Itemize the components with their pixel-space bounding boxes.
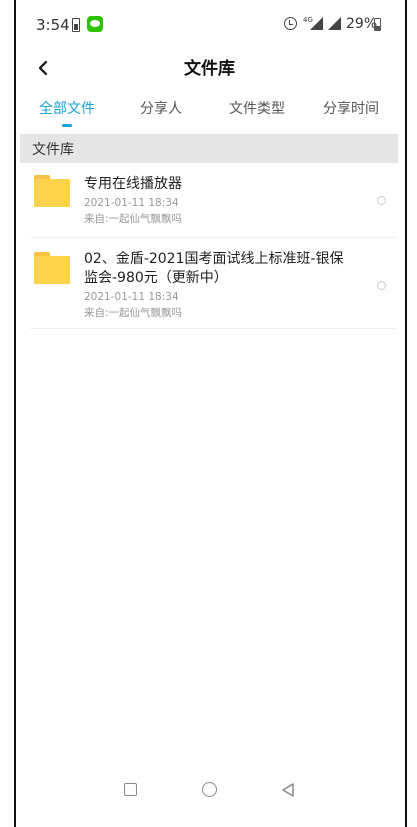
tab-indicator xyxy=(62,124,72,127)
status-time: 3:54 xyxy=(36,16,70,34)
select-radio[interactable] xyxy=(377,281,386,290)
page-title: 文件库 xyxy=(184,59,235,79)
file-list-item[interactable]: 02、金盾-2021国考面试线上标准班-银保监会-980元（更新中） 2021-… xyxy=(30,238,396,329)
section-title: 文件库 xyxy=(32,142,74,158)
tab-file-type[interactable]: 文件类型 xyxy=(212,98,302,118)
battery-saver-icon xyxy=(72,18,80,32)
folder-icon xyxy=(34,252,70,284)
file-source: 来自:一起仙气飘飘吗 xyxy=(84,307,183,319)
signal-icon xyxy=(328,17,341,30)
status-bar: 3:54 4G 29% xyxy=(18,12,401,40)
tab-bar: 全部文件 分享人 文件类型 分享时间 xyxy=(18,98,401,128)
alarm-icon xyxy=(284,17,297,30)
header: 文件库 xyxy=(18,48,401,88)
file-source: 来自:一起仙气飘飘吗 xyxy=(84,213,183,225)
select-radio[interactable] xyxy=(377,196,386,205)
recents-icon[interactable] xyxy=(124,783,137,796)
file-name: 02、金盾-2021国考面试线上标准班-银保监会-980元（更新中） xyxy=(84,251,344,286)
tab-sharer[interactable]: 分享人 xyxy=(116,98,206,118)
file-name: 专用在线播放器 xyxy=(84,176,182,192)
back-icon[interactable] xyxy=(280,782,296,798)
wechat-icon xyxy=(87,16,103,32)
home-icon[interactable] xyxy=(202,782,217,797)
folder-icon xyxy=(34,175,70,207)
tab-all-files[interactable]: 全部文件 xyxy=(22,98,112,118)
file-list-item[interactable]: 专用在线播放器 2021-01-11 18:34 来自:一起仙气飘飘吗 xyxy=(30,163,396,238)
battery-icon xyxy=(374,18,381,31)
section-header: 文件库 xyxy=(20,134,398,163)
battery-percent: 29% xyxy=(346,16,378,32)
system-nav-bar xyxy=(18,775,401,809)
screen: 3:54 4G 29% 文件库 全部文件 分享人 文件类型 分享时间 文件库 专… xyxy=(18,0,401,827)
signal-icon xyxy=(310,17,323,30)
tab-share-time[interactable]: 分享时间 xyxy=(306,98,396,118)
phone-frame-right xyxy=(405,0,407,827)
file-date: 2021-01-11 18:34 xyxy=(84,291,179,303)
file-date: 2021-01-11 18:34 xyxy=(84,197,179,209)
phone-frame-left xyxy=(14,0,16,827)
